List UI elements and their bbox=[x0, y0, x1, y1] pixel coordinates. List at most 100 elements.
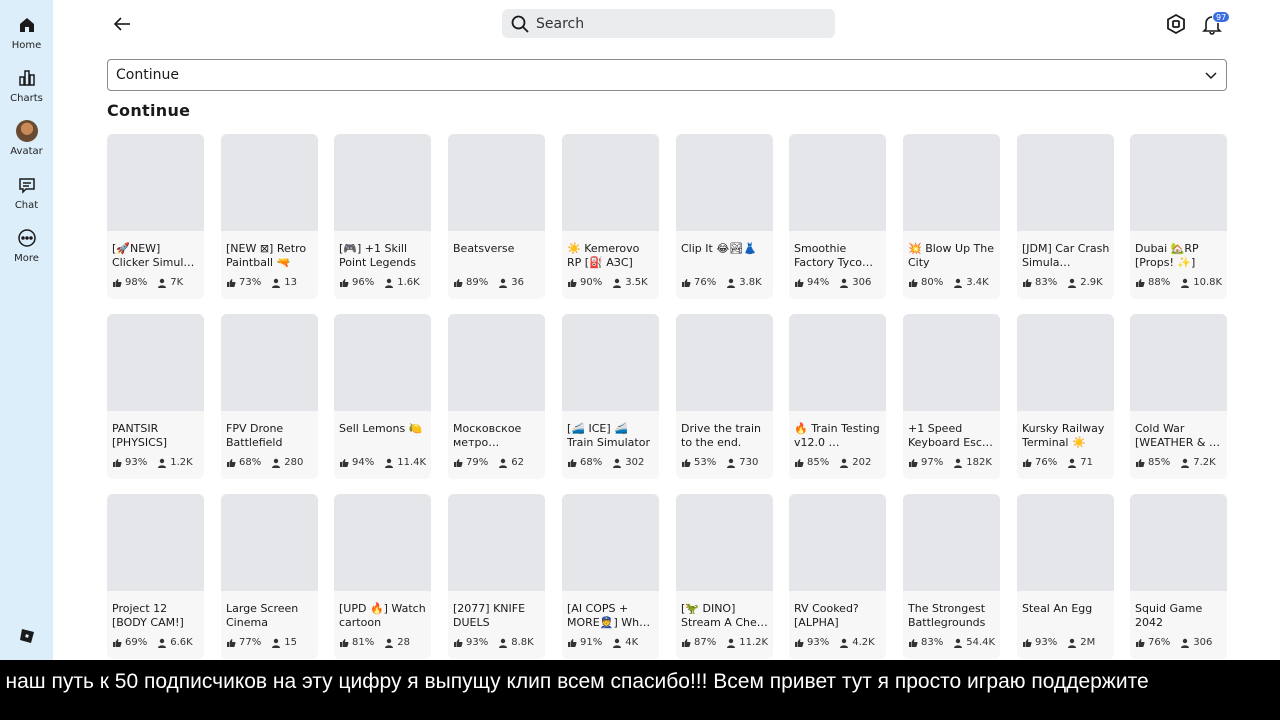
roblox-logo-icon[interactable] bbox=[19, 628, 35, 644]
game-rating: 97% bbox=[921, 457, 944, 468]
game-title: Cold War [WEATHER & … bbox=[1135, 422, 1220, 449]
game-card[interactable]: Cold War [WEATHER & … 85% 7.2K bbox=[1130, 314, 1227, 479]
game-card[interactable]: 🔥 Train Testing v12.0 … 85% 202 bbox=[789, 314, 886, 479]
robux-icon[interactable] bbox=[1165, 13, 1187, 35]
game-card[interactable]: Clip It 😂🏞👗 76% 3.8K bbox=[676, 134, 773, 299]
more-icon bbox=[16, 227, 38, 249]
game-card[interactable]: Squid Game 2042 76% 306 bbox=[1130, 494, 1227, 659]
thumbs-up-icon bbox=[1136, 638, 1145, 647]
game-card[interactable]: [🚄 ICE] 🚄 Train Simulator 68% 302 bbox=[562, 314, 659, 479]
sidebar-item-charts[interactable]: Charts bbox=[0, 63, 53, 113]
thumbs-up-icon bbox=[454, 458, 463, 467]
game-player-count: 4.2K bbox=[852, 637, 875, 648]
game-stats: 94% 11.4K bbox=[339, 457, 426, 468]
game-thumbnail bbox=[789, 134, 886, 231]
players-icon bbox=[1068, 278, 1077, 288]
game-title: Drive the train to the end. bbox=[681, 422, 761, 449]
game-card[interactable]: +1 Speed Keyboard Esc… 97% 182K bbox=[903, 314, 1000, 479]
game-stats: 76% 71 bbox=[1022, 457, 1093, 468]
subtitle-text: е наш путь к 50 подписчиков на эту цифру… bbox=[0, 670, 1149, 693]
players-icon bbox=[613, 638, 622, 648]
game-rating: 81% bbox=[352, 637, 375, 648]
game-player-count: 1.2K bbox=[170, 457, 193, 468]
game-rating: 83% bbox=[921, 637, 944, 648]
thumbs-up-icon bbox=[682, 458, 691, 467]
game-player-count: 306 bbox=[852, 277, 872, 288]
game-thumbnail bbox=[903, 134, 1000, 231]
game-card[interactable]: [NEW ⊠] Retro Paintball 🔫 73% 13 bbox=[221, 134, 318, 299]
sidebar-item-label: Home bbox=[11, 40, 42, 51]
sort-dropdown[interactable]: Continue bbox=[107, 59, 1227, 91]
thumbs-up-icon bbox=[340, 278, 349, 287]
game-card[interactable]: Project 12 [BODY CAM!] 69% 6.6K bbox=[107, 494, 204, 659]
game-player-count: 3.5K bbox=[625, 277, 648, 288]
players-icon bbox=[727, 458, 736, 468]
game-card[interactable]: Beatsverse 89% 36 bbox=[448, 134, 545, 299]
game-title: Smoothie Factory Tyco… bbox=[794, 242, 873, 269]
game-stats: 90% 3.5K bbox=[567, 277, 648, 288]
game-player-count: 62 bbox=[511, 457, 524, 468]
sidebar-item-chat[interactable]: Chat bbox=[0, 170, 53, 220]
search-bar[interactable] bbox=[502, 9, 835, 38]
game-title: Steal An Egg bbox=[1022, 602, 1093, 615]
game-stats: 93% 1.2K bbox=[112, 457, 193, 468]
game-thumbnail bbox=[562, 134, 659, 231]
sidebar-item-more[interactable]: More bbox=[0, 223, 53, 273]
game-card[interactable]: [2077] KNIFE DUELS 93% 8.8K bbox=[448, 494, 545, 659]
game-card[interactable]: 💥 Blow Up The City 80% 3.4K bbox=[903, 134, 1000, 299]
notification-badge: 97 bbox=[1212, 11, 1231, 23]
game-stats: 81% 28 bbox=[339, 637, 410, 648]
game-card[interactable]: [🎮] +1 Skill Point Legends 96% 1.6K bbox=[334, 134, 431, 299]
game-card[interactable]: Московское метро [Сокольн… 79% 62 bbox=[448, 314, 545, 479]
game-thumbnail bbox=[221, 314, 318, 411]
game-thumbnail bbox=[676, 134, 773, 231]
game-card[interactable]: PANTSIR [PHYSICS] 93% 1.2K bbox=[107, 314, 204, 479]
game-stats: 53% 730 bbox=[681, 457, 758, 468]
game-player-count: 182K bbox=[966, 457, 992, 468]
game-card[interactable]: [JDM] Car Crash Simula… 83% 2.9K bbox=[1017, 134, 1114, 299]
sidebar-item-avatar[interactable]: Avatar bbox=[0, 116, 53, 166]
game-card[interactable]: FPV Drone Battlefield 68% 280 bbox=[221, 314, 318, 479]
game-card[interactable]: [UPD 🔥] Watch cartoon 81% 28 bbox=[334, 494, 431, 659]
sidebar-item-label: More bbox=[14, 253, 39, 264]
game-card[interactable]: Steal An Egg 93% 2M bbox=[1017, 494, 1114, 659]
game-player-count: 306 bbox=[1193, 637, 1213, 648]
players-icon bbox=[499, 638, 508, 648]
back-button[interactable] bbox=[110, 12, 134, 36]
game-thumbnail bbox=[448, 134, 545, 231]
game-card[interactable]: Large Screen Cinema 77% 15 bbox=[221, 494, 318, 659]
game-card[interactable]: Dubai 🏡RP [Props! ✨] 88% 10.8K bbox=[1130, 134, 1227, 299]
game-card[interactable]: Kursky Railway Terminal ☀️ 76% 71 bbox=[1017, 314, 1114, 479]
game-rating: 93% bbox=[807, 637, 830, 648]
game-thumbnail bbox=[221, 494, 318, 591]
game-card[interactable]: Smoothie Factory Tyco… 94% 306 bbox=[789, 134, 886, 299]
game-rating: 89% bbox=[466, 277, 489, 288]
game-thumbnail bbox=[789, 314, 886, 411]
game-thumbnail bbox=[676, 314, 773, 411]
game-card[interactable]: The Strongest Battlegrounds 83% 54.4K bbox=[903, 494, 1000, 659]
sidebar-item-home[interactable]: Home bbox=[0, 10, 53, 60]
game-title: [🎮] +1 Skill Point Legends bbox=[339, 242, 416, 269]
game-player-count: 302 bbox=[625, 457, 645, 468]
game-rating: 94% bbox=[807, 277, 830, 288]
game-card[interactable]: Drive the train to the end. 53% 730 bbox=[676, 314, 773, 479]
game-card[interactable]: [AI COPS + MORE👮] Wh… 91% 4K bbox=[562, 494, 659, 659]
game-title: ☀️ Kemerovo RP [⛽ АЗС] bbox=[567, 242, 640, 269]
game-card[interactable]: RV Cooked? [ALPHA] 93% 4.2K bbox=[789, 494, 886, 659]
game-rating: 69% bbox=[125, 637, 148, 648]
game-card[interactable]: ☀️ Kemerovo RP [⛽ АЗС] 90% 3.5K bbox=[562, 134, 659, 299]
game-thumbnail bbox=[448, 314, 545, 411]
game-card[interactable]: Sell Lemons 🍋 94% 11.4K bbox=[334, 314, 431, 479]
game-thumbnail bbox=[676, 494, 773, 591]
game-title: 🔥 Train Testing v12.0 … bbox=[794, 422, 880, 449]
game-rating: 76% bbox=[694, 277, 717, 288]
search-input[interactable] bbox=[536, 15, 816, 32]
players-icon bbox=[1181, 278, 1190, 288]
game-player-count: 4K bbox=[625, 637, 639, 648]
game-card[interactable]: [🦖 DINO] Stream A Che… 87% 11.2K bbox=[676, 494, 773, 659]
game-thumbnail bbox=[334, 494, 431, 591]
subtitle-bar: е наш путь к 50 подписчиков на эту цифру… bbox=[0, 660, 1280, 720]
game-card[interactable]: [🚀NEW] Clicker Simul… 98% 7K bbox=[107, 134, 204, 299]
game-title: Project 12 [BODY CAM!] bbox=[112, 602, 184, 629]
game-rating: 77% bbox=[239, 637, 262, 648]
